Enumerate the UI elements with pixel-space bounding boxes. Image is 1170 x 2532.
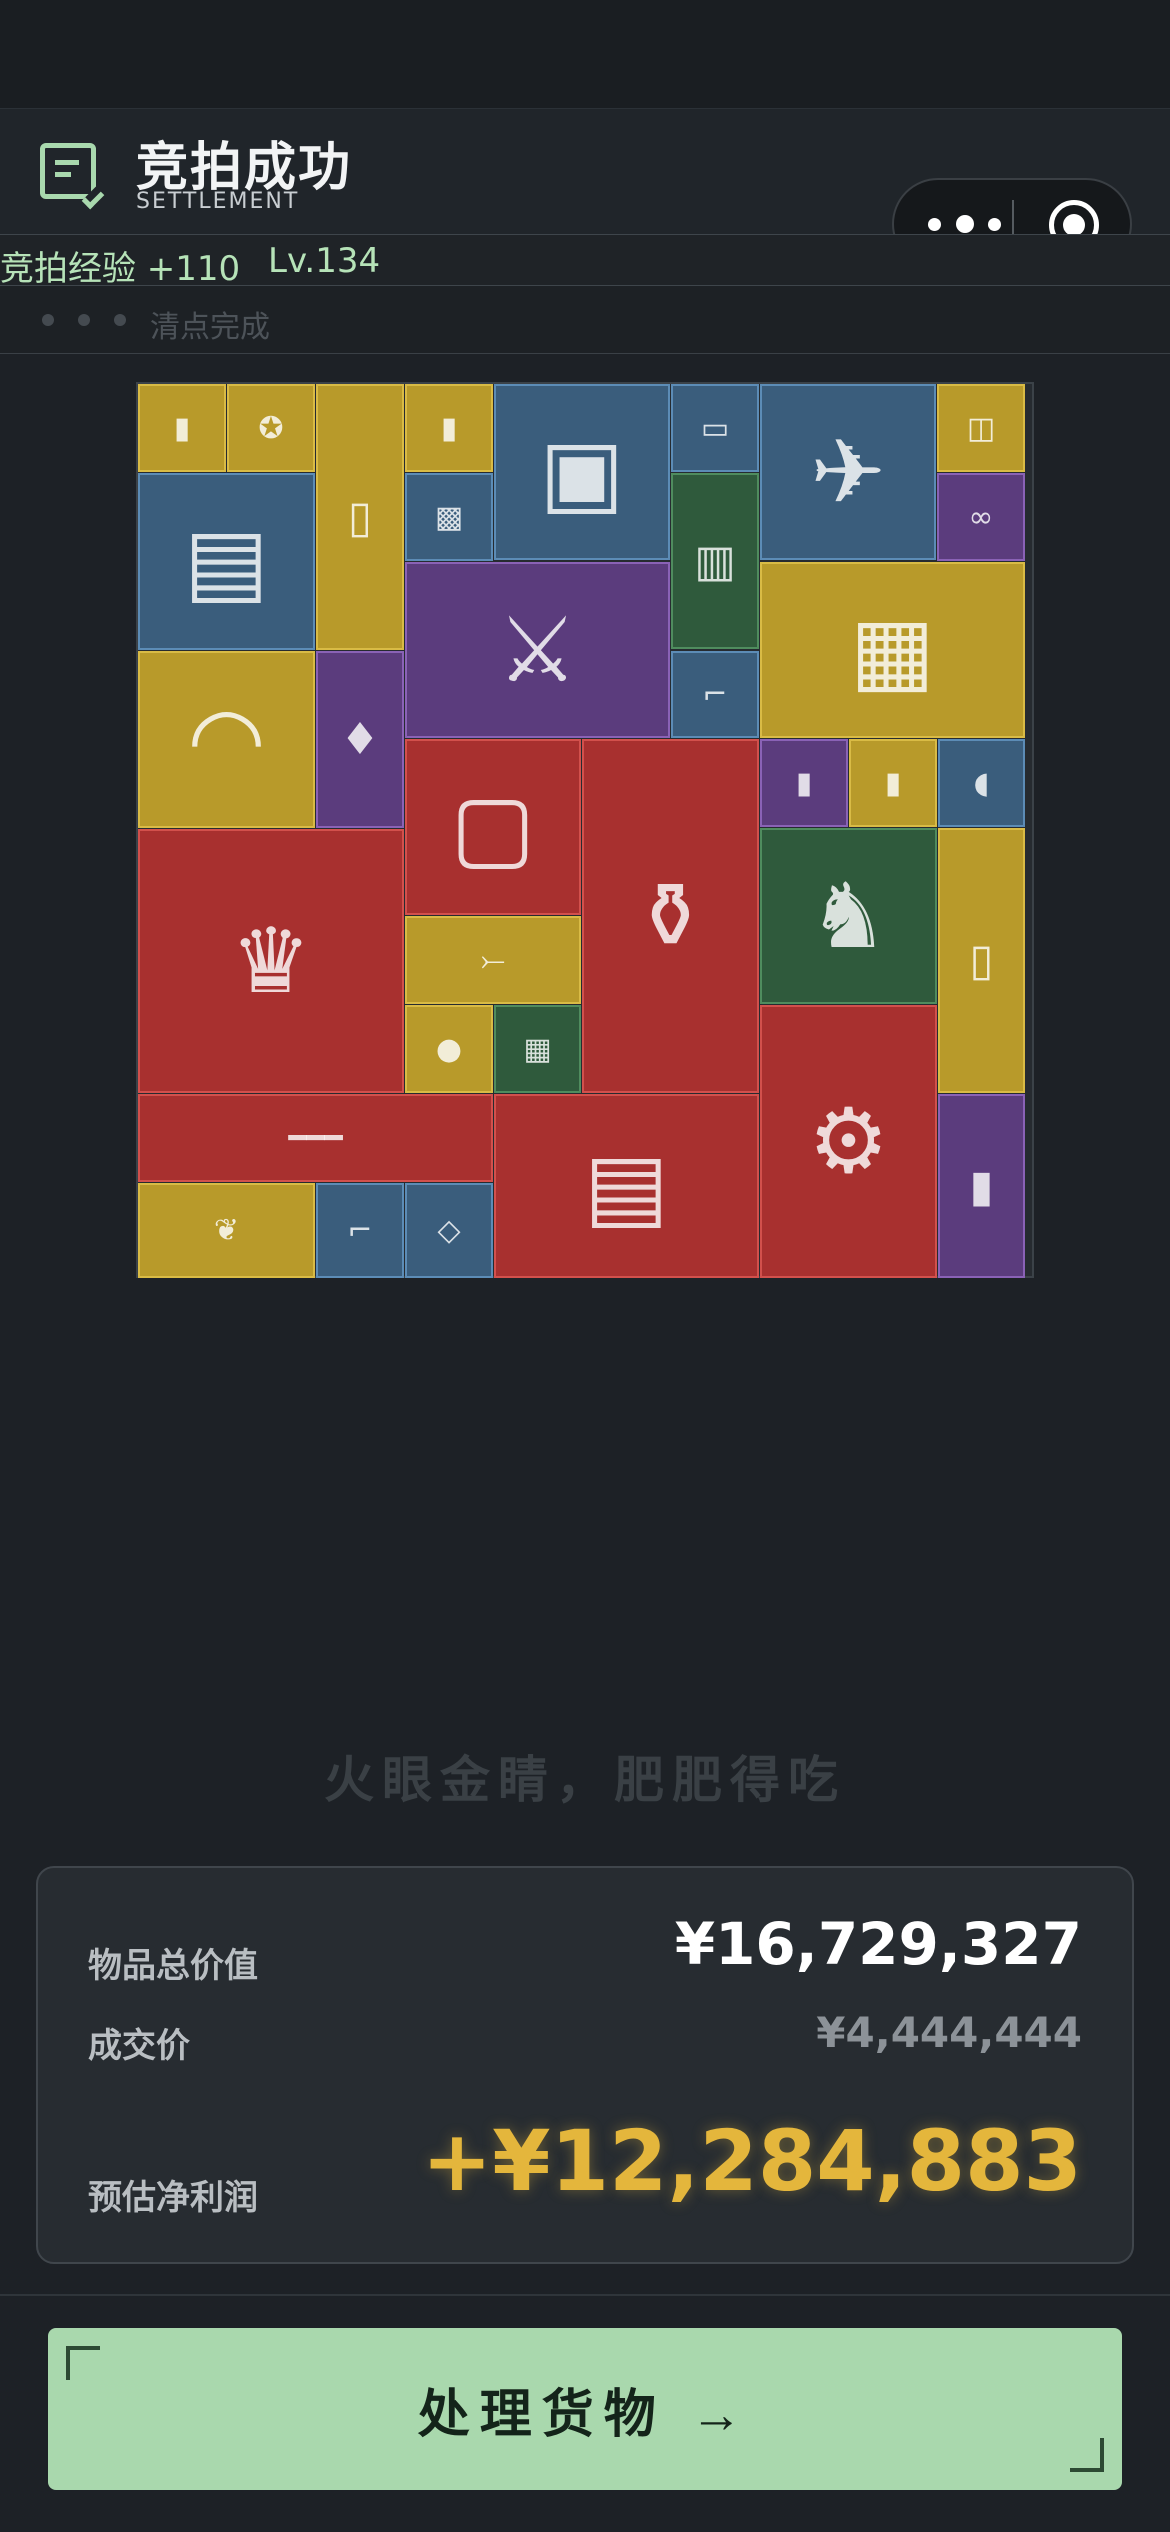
item-cell[interactable]: ▢ [405,739,581,915]
deal-price-value: ¥4,444,444 [816,2008,1082,2057]
item-cell[interactable]: ⌐ [671,651,759,738]
settlement-summary: 物品总价值 ¥16,729,327 成交价 ¥4,444,444 预估净利润 +… [36,1866,1134,2264]
binoculars-icon: ∞ [968,499,994,535]
magazine-icon: ▤ [183,509,270,614]
walkie-talkie-icon: ▮ [795,765,813,801]
item-cell[interactable]: ▯ [316,384,404,650]
loot-grid: ▮ ✪ ▯ ▮ ▣ ▭ ✈ ◫ ▤ ▩ ▥ ∞ ⚔ ▦ ⌐ ◠ ♦ ▢ ⚱ ▮ … [136,382,1034,1278]
status-dot [42,314,54,326]
item-cell[interactable]: ▯ [938,828,1025,1093]
item-cell[interactable]: ♞ [760,828,937,1004]
item-cell[interactable]: ━━━ [138,1094,493,1182]
crown-icon: ♛ [230,908,312,1014]
robot-icon: ⚙ [808,1089,889,1194]
bottle-icon: ▮ [884,765,902,801]
item-cell[interactable]: ⚱ [582,739,759,1093]
page-subtitle: SETTLEMENT [136,189,300,214]
item-cell[interactable]: ▮ [760,739,848,827]
radio-station-icon: ▦ [849,597,936,703]
settlement-list-icon [40,143,105,210]
metal-plate-icon: ◇ [437,1213,461,1248]
deal-price-label: 成交价 [88,2026,190,2066]
gas-cylinder-icon: ▯ [347,491,373,543]
item-cell[interactable]: ❦ [138,1183,315,1278]
item-cell[interactable]: ◠ [138,651,315,828]
process-goods-label: 处理货物 → [417,2385,753,2444]
paint-can-icon: ▣ [539,419,625,525]
tea-box-icon: ▩ [434,499,464,535]
cpu-cooler-icon: ▦ [523,1031,552,1067]
item-cell[interactable]: ⌐ [316,1183,404,1278]
progress-bar: 竞拍经验 +110 Lv.134 [0,234,1170,289]
gas-cylinder-icon: ▯ [969,935,994,986]
thermometer-gun-icon: ⌐ [347,1213,373,1248]
laurel-wreath-icon: ❦ [213,1213,240,1248]
sphinx-statue-icon: ♞ [808,863,889,969]
drone-icon: ✈ [810,419,886,525]
item-cell[interactable]: ▩ [405,473,493,561]
item-cell[interactable]: ⚔ [405,562,670,738]
item-cell[interactable]: ▤ [494,1094,759,1278]
item-cell[interactable]: ◫ [937,384,1025,472]
fire-extinguisher-box-icon: ▥ [694,535,736,587]
item-cell[interactable]: ▦ [760,562,1025,738]
headset-icon: ◠ [187,687,266,792]
item-cell[interactable]: ▮ [938,1094,1025,1278]
floppy-disk-icon: ◫ [966,410,996,446]
item-cell[interactable]: ▥ [671,473,759,649]
item-cell[interactable]: ▮ [405,384,493,472]
status-dot [114,314,126,326]
item-cell[interactable]: ▤ [138,473,315,650]
pill-bottle-icon: ◖ [973,765,990,801]
item-cell[interactable]: ▮ [849,739,937,827]
item-cell[interactable]: ▦ [494,1005,581,1093]
corner-bracket [1070,2438,1104,2472]
status-text: 清点完成 [150,310,270,345]
item-cell[interactable]: ♦ [316,651,404,828]
blowtorch-icon: ▮ [969,1160,994,1212]
profit-value: +¥12,284,883 [421,2112,1082,2210]
item-cell[interactable]: ◖ [938,739,1025,827]
total-value: ¥16,729,327 [674,1910,1082,1978]
thermometer-gun-icon: ⌐ [702,677,728,712]
status-bar-area [0,0,1170,108]
knife-icon: ⚔ [497,597,578,703]
medal-icon: ✪ [258,410,284,446]
bottle-icon: ▮ [440,410,458,446]
item-cell[interactable]: ✪ [227,384,315,472]
process-goods-button[interactable]: 处理货物 → [48,2328,1122,2490]
item-cell[interactable]: ▭ [671,384,759,472]
total-value-label: 物品总价值 [88,1946,258,1986]
status-dot [78,314,90,326]
item-cell[interactable]: ✈ [760,384,936,560]
profit-label: 预估净利润 [88,2178,258,2218]
pearls-icon: ● [435,1031,463,1067]
item-cell[interactable]: ⤚ [405,916,581,1004]
item-cell[interactable]: ♛ [138,829,404,1093]
item-cell[interactable]: ◇ [405,1183,493,1278]
tablet-device-icon: ▢ [450,774,536,880]
level-text: Lv.134 [268,241,381,281]
status-row: 清点完成 [0,286,1170,354]
vase-icon: ⚱ [632,863,709,969]
xp-gain-text: 竞拍经验 +110 [0,249,241,289]
ammo-crate-icon: ▤ [583,1133,670,1239]
item-cell[interactable]: ● [405,1005,493,1093]
slogan-text: 火眼金睛，肥肥得吃 [324,1751,846,1809]
divider [0,2294,1170,2296]
item-cell[interactable]: ⚙ [760,1005,937,1278]
crossbow-icon: ⤚ [481,942,505,978]
item-cell[interactable]: ▣ [494,384,670,560]
music-player-icon: ▭ [700,410,730,446]
item-cell[interactable]: ∞ [937,473,1025,561]
bottle-icon: ▮ [173,410,191,446]
rifle-icon: ━━━ [288,1120,343,1156]
item-cell[interactable]: ▮ [138,384,226,472]
lantern-icon: ♦ [340,714,380,765]
